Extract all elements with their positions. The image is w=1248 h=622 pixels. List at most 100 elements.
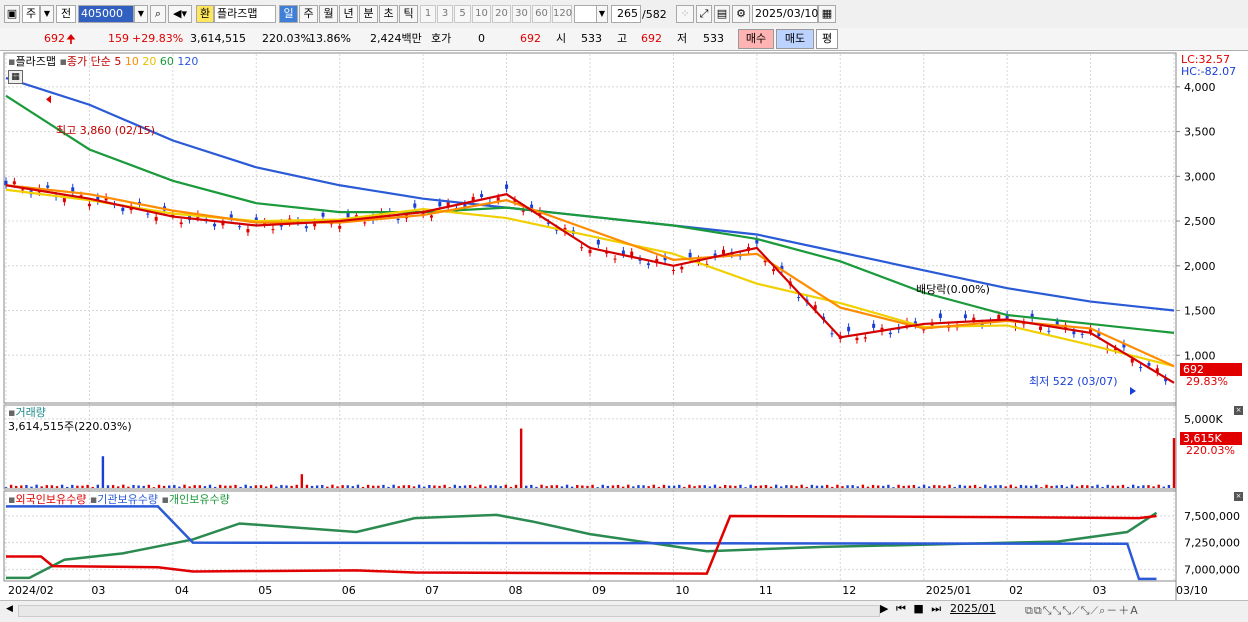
period-minute-button[interactable]: 분: [359, 5, 378, 23]
x-tick-label: 07: [425, 584, 439, 597]
volume-bar: [1096, 484, 1099, 488]
interval-10-button[interactable]: 10: [472, 5, 491, 23]
volume-bar: [81, 485, 84, 488]
stock-chart[interactable]: 4,000 3,500 3,000 2,500 2,000 1,500 1,000 5,000…: [0, 51, 1248, 621]
volume-bar: [117, 486, 120, 488]
candle: [346, 212, 350, 218]
volume-bar: [453, 484, 457, 488]
date-navigator[interactable]: 2025/01: [950, 602, 996, 615]
speaker-icon[interactable]: ◀▾: [168, 5, 192, 23]
search-icon[interactable]: ⌕: [150, 5, 166, 23]
buy-button[interactable]: 매수: [738, 29, 774, 49]
period-week-button[interactable]: 주: [299, 5, 318, 23]
volume-bar: [535, 486, 538, 488]
candle: [413, 203, 417, 208]
interval-120-button[interactable]: 120: [552, 5, 572, 23]
hoga-value: 0: [478, 32, 485, 45]
volume-bar: [499, 486, 502, 488]
interval-20-button[interactable]: 20: [492, 5, 511, 23]
volume-bar: [127, 486, 130, 488]
last-pct-tag: 29.83%: [1186, 375, 1228, 388]
volume-bar: [596, 487, 599, 488]
save-icon[interactable]: ▤: [714, 5, 730, 23]
volume-bar: [1162, 486, 1165, 488]
playback-controls[interactable]: ▶ ⏮ ■ ⏭: [880, 602, 943, 616]
volume-bar: [382, 484, 385, 488]
grid-icon[interactable]: ⁘: [676, 5, 694, 23]
interval-60-button[interactable]: 60: [532, 5, 551, 23]
interval-30-button[interactable]: 30: [512, 5, 531, 23]
volume-bar: [815, 485, 819, 488]
stock-name: 플라즈맵: [214, 5, 276, 23]
date-input[interactable]: 2025/03/10: [752, 5, 818, 23]
interval-dropdown-icon[interactable]: ▼: [596, 5, 608, 23]
cross-tool-icon[interactable]: ⤢: [696, 5, 712, 23]
interval-3-button[interactable]: 3: [437, 5, 453, 23]
volume-bar: [1101, 486, 1104, 488]
candle: [338, 225, 342, 229]
period-second-button[interactable]: 초: [379, 5, 398, 23]
volume-bar: [545, 486, 548, 488]
layout-icon[interactable]: ▣: [4, 5, 20, 23]
market-select[interactable]: 주: [22, 5, 40, 23]
calendar-icon[interactable]: ▦: [818, 5, 836, 23]
volume-bar: [616, 484, 620, 488]
scroll-left-icon[interactable]: ◀: [6, 604, 13, 614]
chevron-down-icon[interactable]: ▼: [40, 5, 54, 23]
volume-bar: [315, 485, 319, 488]
period-year-button[interactable]: 년: [339, 5, 358, 23]
code-dropdown-icon[interactable]: ▼: [134, 5, 148, 23]
ma10-label[interactable]: 10: [125, 55, 139, 68]
sell-button[interactable]: 매도: [776, 29, 814, 49]
volume-bar: [326, 486, 329, 488]
interval-1-button[interactable]: 1: [420, 5, 436, 23]
period-day-button[interactable]: 일: [279, 5, 298, 23]
horizontal-scrollbar[interactable]: [18, 605, 880, 617]
candle: [855, 337, 859, 341]
volume-bar: [1080, 485, 1084, 488]
x-tick-label: 04: [175, 584, 189, 597]
average-button[interactable]: 평: [816, 29, 838, 49]
volume-bar: [188, 486, 191, 488]
period-tick-button[interactable]: 틱: [399, 5, 418, 23]
volume-bar: [861, 484, 865, 488]
volume-bar: [729, 485, 732, 488]
calculator-icon[interactable]: ▦: [8, 70, 23, 84]
drawing-tools[interactable]: ⧉⧉⤡⤡⤡⟋⤡⟋⌕－＋A: [1025, 602, 1139, 618]
ma5-label[interactable]: 5: [114, 55, 121, 68]
volume-bar: [688, 484, 691, 488]
volume-bar: [30, 486, 33, 488]
foreign-holdings-label[interactable]: 외국인보유수량: [15, 493, 86, 506]
institution-holdings-label[interactable]: 기관보유수량: [97, 493, 158, 506]
ma60-label[interactable]: 60: [160, 55, 174, 68]
range-select[interactable]: 전: [56, 5, 76, 23]
gear-icon[interactable]: ⚙: [732, 5, 750, 23]
bar-count-input[interactable]: 265: [611, 5, 641, 23]
ma20-label[interactable]: 20: [142, 55, 156, 68]
volume-bar: [984, 484, 987, 488]
volume-bar: [647, 486, 650, 488]
volume-bar: [438, 485, 441, 488]
candle: [229, 214, 233, 218]
volume-bar: [66, 486, 69, 488]
volume-bar: [876, 485, 880, 488]
volume-bar: [519, 428, 523, 488]
close-icon[interactable]: ×: [1234, 406, 1243, 415]
period-month-button[interactable]: 월: [319, 5, 338, 23]
candle: [613, 258, 617, 260]
ma120-label[interactable]: 120: [177, 55, 198, 68]
holdings-y-tick: 7,250,000: [1184, 537, 1240, 550]
close-holdings-icon[interactable]: ×: [1234, 492, 1243, 501]
open-price: 533: [581, 32, 602, 45]
volume-bar: [565, 484, 569, 488]
individual-holdings-label[interactable]: 개인보유수량: [169, 493, 230, 506]
candle: [21, 189, 25, 191]
volume-bar: [810, 484, 814, 488]
candle: [1072, 331, 1076, 335]
candle: [688, 252, 692, 258]
interval-5-button[interactable]: 5: [454, 5, 471, 23]
volume-bar: [948, 484, 951, 488]
volume-bar: [142, 485, 145, 488]
stock-code-input[interactable]: 405000: [78, 5, 134, 23]
volume-bar: [841, 486, 844, 488]
